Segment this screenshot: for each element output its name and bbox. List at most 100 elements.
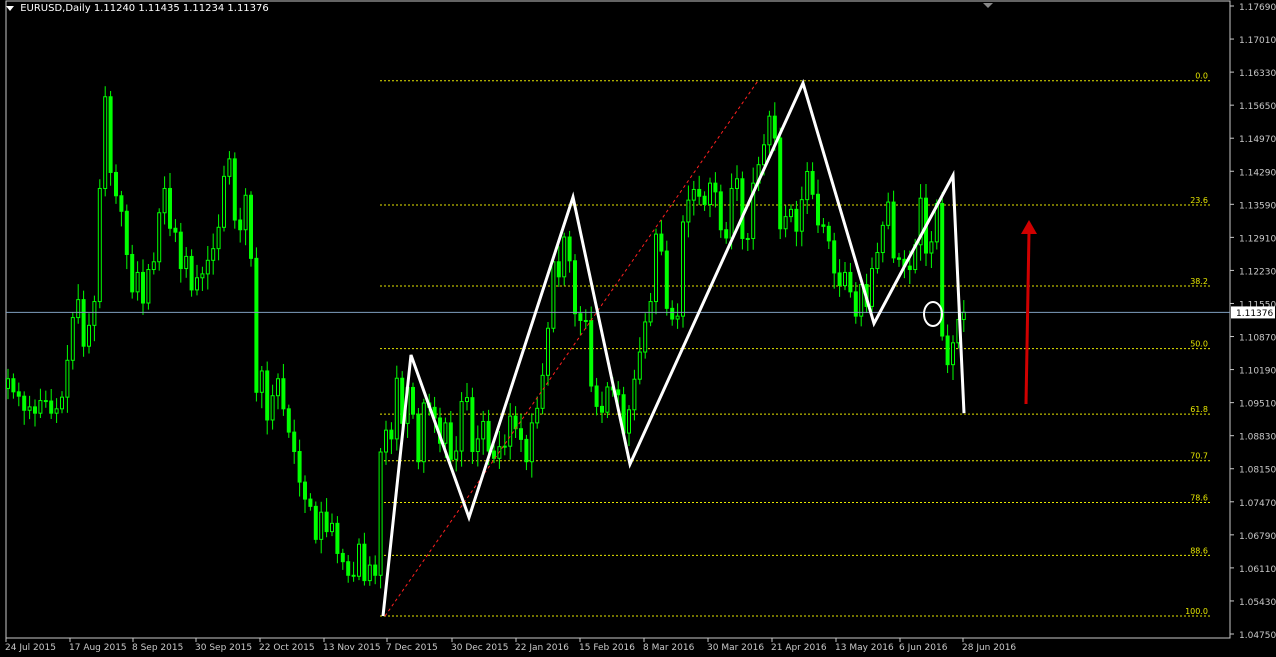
candle-body	[135, 271, 140, 293]
fib-level-label: 88.6	[1190, 546, 1208, 555]
candle-body	[848, 271, 853, 293]
candle-body	[162, 187, 167, 214]
candle-body	[837, 272, 842, 287]
candle-body	[324, 511, 329, 533]
candle-body	[11, 378, 16, 393]
candle-body	[546, 327, 550, 376]
candle-body	[713, 182, 718, 193]
candle-body	[724, 229, 729, 239]
candle-body	[97, 187, 102, 303]
candle-body	[313, 505, 318, 540]
candle-body	[886, 201, 891, 226]
candle-body	[265, 370, 270, 421]
candle-body	[211, 248, 216, 261]
candle-body	[492, 450, 496, 459]
candle-body	[60, 396, 64, 410]
y-tick-label: 1.10190	[1239, 367, 1276, 377]
candle-body	[702, 195, 707, 205]
fib-level-label: 100.0	[1185, 607, 1208, 616]
up-arrow-icon	[1021, 220, 1037, 234]
candle-body	[691, 188, 696, 201]
candle-body	[178, 231, 183, 270]
candle-body	[443, 422, 448, 444]
candle-body	[643, 321, 648, 353]
candle-body	[141, 271, 145, 304]
candle-body	[826, 225, 831, 242]
y-tick-label: 1.08830	[1239, 433, 1276, 443]
y-tick-label: 1.04750	[1239, 631, 1276, 641]
candle-body	[151, 261, 156, 271]
y-tick-label: 1.16330	[1239, 69, 1276, 79]
candle-body	[87, 324, 91, 347]
candle-body	[718, 191, 723, 231]
candle-body	[519, 428, 523, 440]
candle-body	[664, 250, 669, 309]
candle-body	[794, 208, 799, 232]
candle-body	[389, 429, 394, 440]
candle-body	[961, 311, 966, 321]
candle-body	[92, 301, 97, 326]
candle-body	[573, 260, 577, 315]
candle-body	[114, 171, 118, 197]
candle-body	[686, 199, 691, 223]
x-tick-label: 22 Oct 2015	[259, 643, 315, 653]
candle-body	[616, 389, 621, 396]
x-tick-label: 7 Dec 2015	[386, 643, 438, 653]
y-tick-label: 1.08150	[1239, 466, 1276, 476]
candle-body	[124, 210, 129, 255]
candle-body	[351, 574, 356, 577]
fib-level-label: 23.6	[1190, 196, 1208, 205]
candle-body	[249, 194, 253, 259]
candle-body	[540, 374, 545, 409]
candle-body	[416, 413, 421, 463]
candle-body	[735, 178, 739, 189]
candle-body	[556, 261, 561, 278]
candle-body	[27, 406, 32, 411]
y-tick-label: 1.15650	[1239, 102, 1276, 112]
candle-body	[805, 170, 810, 201]
candle-body	[821, 224, 826, 227]
candle-body	[65, 359, 70, 398]
candle-body	[681, 221, 685, 317]
candle-body	[367, 564, 372, 582]
candle-body	[648, 301, 653, 323]
candle-body	[270, 395, 275, 421]
candle-body	[108, 96, 113, 173]
candle-body	[729, 187, 734, 239]
candle-body	[600, 405, 604, 413]
candle-body	[146, 269, 151, 304]
x-tick-label: 24 Jul 2015	[5, 643, 56, 653]
candle-body	[281, 378, 286, 410]
up-arrow-shaft	[1024, 231, 1031, 405]
candle-body	[319, 511, 324, 540]
y-tick-label: 1.06790	[1239, 532, 1276, 542]
candle-body	[767, 115, 772, 146]
candle-body	[783, 216, 788, 230]
candle-body	[259, 370, 264, 393]
candle-body	[708, 182, 712, 205]
candle-body	[254, 257, 259, 393]
scroll-marker-icon[interactable]	[983, 3, 993, 8]
candle-body	[929, 241, 934, 254]
y-tick-label: 1.17010	[1239, 36, 1276, 46]
candle-body	[222, 175, 226, 228]
y-tick-label: 1.12230	[1239, 267, 1276, 277]
candle-body	[740, 178, 745, 239]
candle-body	[654, 233, 658, 303]
candle-body	[81, 299, 86, 347]
candle-body	[508, 415, 513, 447]
x-tick-label: 30 Dec 2015	[451, 643, 509, 653]
candle-body	[481, 420, 486, 440]
y-tick-label: 1.14290	[1239, 168, 1276, 178]
price-chart[interactable]: 1.17690 1.17010 1.16330 1.15650 1.14970 1.142…	[0, 0, 1276, 657]
candle-body	[76, 299, 81, 319]
candle-body	[789, 208, 793, 218]
candle-body	[832, 240, 837, 274]
current-price-label: 1.11376	[1236, 309, 1273, 319]
candle-body	[529, 422, 534, 463]
candle-body	[378, 451, 383, 576]
candle-body	[697, 188, 702, 197]
x-tick-label: 22 Jan 2016	[515, 643, 569, 653]
fib-level-label: 50.0	[1190, 340, 1208, 349]
candle-body	[535, 407, 540, 424]
